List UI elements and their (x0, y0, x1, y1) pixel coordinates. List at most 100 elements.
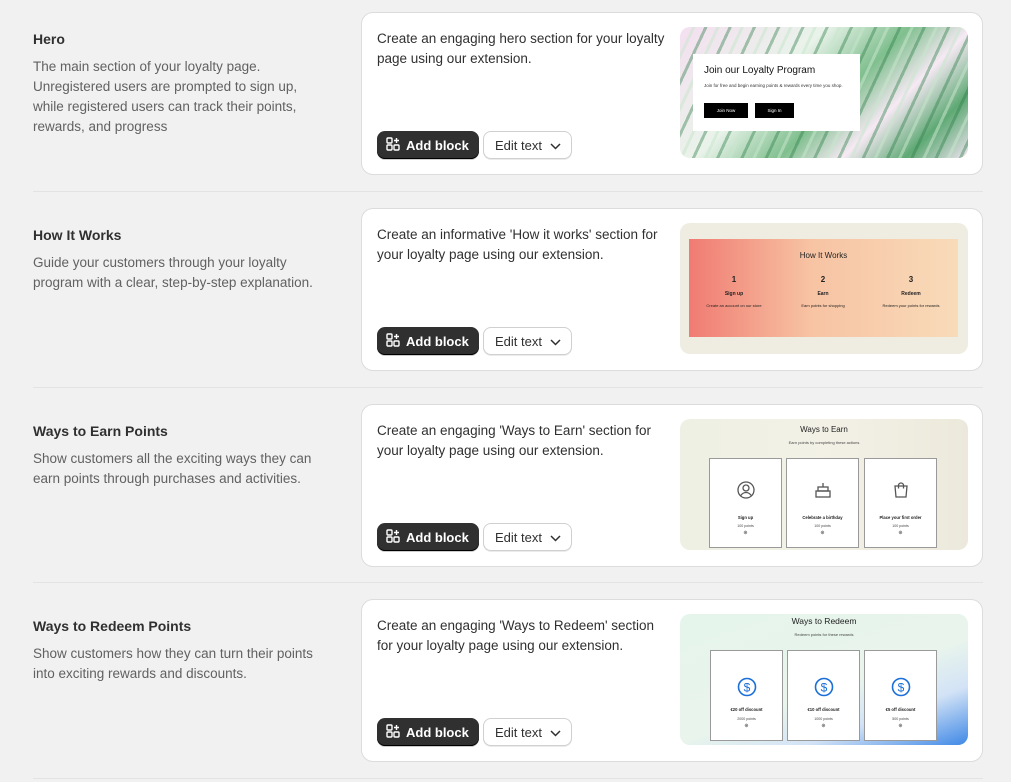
edit-text-dropdown[interactable]: Edit text (483, 327, 572, 355)
add-block-button[interactable]: Add block (377, 718, 479, 746)
arrow-circle-icon: ⊕ (898, 530, 903, 536)
preview-step: 3 Redeem Redeem your points for rewards (866, 275, 956, 308)
step-title: Earn (817, 291, 829, 297)
arrow-circle-icon: ⊕ (898, 723, 903, 729)
tile-points: 100 points (737, 524, 754, 528)
preview-title: Join our Loyalty Program (704, 65, 816, 76)
block-card-hero: Create an engaging hero section for your… (361, 12, 983, 175)
add-block-icon (386, 136, 400, 154)
hero-preview-image: Join our Loyalty Program Join for free a… (680, 27, 968, 158)
section-description: Guide your customers through your loyalt… (33, 255, 313, 290)
arrow-circle-icon: ⊕ (743, 530, 748, 536)
ways-to-redeem-preview-image: Ways to Redeem Redeem points for these r… (680, 614, 968, 745)
step-title: Sign up (724, 291, 744, 297)
section-divider (33, 582, 983, 583)
arrow-circle-icon: ⊕ (821, 723, 826, 729)
step-desc: Create an account on our store (706, 303, 762, 308)
card-description: Create an engaging 'Ways to Earn' sectio… (377, 423, 652, 458)
step-desc: Earn points for shopping (801, 303, 845, 308)
add-block-icon (386, 528, 400, 546)
section-description: The main section of your loyalty page. U… (33, 59, 298, 134)
edit-text-dropdown[interactable]: Edit text (483, 718, 572, 746)
section-divider (33, 387, 983, 388)
card-description: Create an informative 'How it works' sec… (377, 227, 658, 262)
preview-gradient-panel: How It Works 1 Sign up Create an account… (689, 239, 958, 337)
preview-subtitle: Redeem points for these rewards (794, 632, 854, 637)
chevron-down-icon (550, 725, 561, 740)
how-it-works-preview-image: How It Works 1 Sign up Create an account… (680, 223, 968, 354)
card-description: Create an engaging 'Ways to Redeem' sect… (377, 618, 655, 653)
edit-text-label: Edit text (495, 724, 542, 740)
block-card-how-it-works: Create an informative 'How it works' sec… (361, 208, 983, 371)
tile-points: 500 points (892, 717, 909, 721)
block-card-ways-to-redeem: Create an engaging 'Ways to Redeem' sect… (361, 599, 983, 762)
preview-title: How It Works (799, 251, 848, 260)
edit-text-dropdown[interactable]: Edit text (483, 131, 572, 159)
edit-text-label: Edit text (495, 529, 542, 545)
add-block-icon (386, 332, 400, 350)
tile-label: €20 off discount (730, 707, 763, 712)
add-block-button[interactable]: Add block (377, 523, 479, 551)
tile-points: 2000 points (737, 717, 756, 721)
preview-signin-button: Sign In (755, 103, 794, 118)
tile-label: Celebrate a birthday (802, 515, 843, 520)
preview-step: 1 Sign up Create an account on our store (689, 275, 779, 308)
add-block-icon (386, 723, 400, 741)
add-block-button[interactable]: Add block (377, 131, 479, 159)
section-title: How It Works (33, 227, 122, 243)
step-number: 1 (731, 275, 737, 284)
tile-points: 1000 points (814, 717, 833, 721)
add-block-label: Add block (406, 724, 469, 740)
add-block-button[interactable]: Add block (377, 327, 479, 355)
section-title: Ways to Redeem Points (33, 618, 192, 634)
redeem-tile: $ €5 off discount 500 points ⊕ (864, 650, 937, 741)
section-description: Show customers all the exciting ways the… (33, 451, 312, 486)
redeem-tile: $ €10 off discount 1000 points ⊕ (787, 650, 860, 741)
tile-points: 100 points (892, 524, 909, 528)
tile-label: Sign up (737, 515, 754, 520)
arrow-circle-icon: ⊕ (744, 723, 749, 729)
preview-subtitle: Earn points by completing these actions (788, 440, 860, 445)
chevron-down-icon (550, 138, 561, 153)
ways-to-earn-preview-image: Ways to Earn Earn points by completing t… (680, 419, 968, 550)
tile-points: 100 points (814, 524, 831, 528)
section-divider (33, 191, 983, 192)
add-block-label: Add block (406, 333, 469, 349)
dollar-coin-icon: $ (865, 677, 936, 697)
step-number: 2 (820, 275, 826, 284)
add-block-label: Add block (406, 137, 469, 153)
preview-subtitle: Join for free and begin earning points &… (704, 83, 843, 88)
tile-label: €5 off discount (885, 707, 916, 712)
earn-tile: Sign up 100 points ⊕ (709, 458, 782, 548)
edit-text-dropdown[interactable]: Edit text (483, 523, 572, 551)
chevron-down-icon (550, 530, 561, 545)
edit-text-label: Edit text (495, 137, 542, 153)
section-title: Ways to Earn Points (33, 423, 168, 439)
preview-join-button: Join Now (704, 103, 748, 118)
section-divider (33, 778, 983, 779)
shopping-bag-icon (865, 481, 936, 499)
step-title: Redeem (901, 291, 921, 297)
card-description: Create an engaging hero section for your… (377, 31, 665, 66)
hero-preview-box: Join our Loyalty Program Join for free a… (693, 54, 860, 131)
user-circle-icon (710, 481, 781, 499)
svg-text:$: $ (897, 681, 904, 695)
step-number: 3 (908, 275, 914, 284)
chevron-down-icon (550, 334, 561, 349)
edit-text-label: Edit text (495, 333, 542, 349)
earn-tile: Place your first order 100 points ⊕ (864, 458, 937, 548)
preview-step: 2 Earn Earn points for shopping (778, 275, 868, 308)
redeem-tile: $ €20 off discount 2000 points ⊕ (710, 650, 783, 741)
tile-label: €10 off discount (807, 707, 840, 712)
cake-icon (787, 481, 858, 499)
add-block-label: Add block (406, 529, 469, 545)
preview-title: Ways to Redeem (791, 616, 857, 626)
preview-title: Ways to Earn (800, 425, 848, 434)
arrow-circle-icon: ⊕ (820, 530, 825, 536)
section-title: Hero (33, 31, 65, 47)
tile-label: Place your first order (879, 515, 922, 520)
svg-text:$: $ (743, 681, 750, 695)
earn-tile: Celebrate a birthday 100 points ⊕ (786, 458, 859, 548)
svg-text:$: $ (820, 681, 827, 695)
block-card-ways-to-earn: Create an engaging 'Ways to Earn' sectio… (361, 404, 983, 567)
